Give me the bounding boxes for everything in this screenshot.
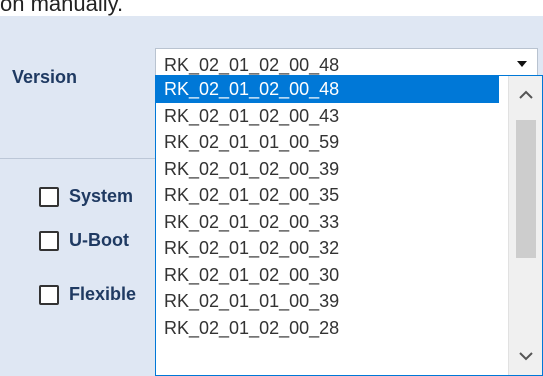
version-options-list: RK_02_01_02_00_48 RK_02_01_02_00_43 RK_0… [156, 76, 499, 341]
caption-text: on manually. [0, 0, 543, 16]
chevron-up-icon[interactable] [509, 80, 542, 110]
uboot-checkbox-label: U-Boot [69, 230, 129, 250]
vertical-scrollbar[interactable] [508, 76, 542, 375]
version-option[interactable]: RK_02_01_01_00_59 [156, 129, 499, 156]
system-checkbox-label: System [69, 186, 134, 206]
checkbox-system-row[interactable]: System [39, 186, 133, 207]
version-option[interactable]: RK_02_01_02_00_48 [156, 76, 499, 103]
scrollbar-thumb[interactable] [516, 120, 536, 258]
chevron-down-icon[interactable] [509, 341, 542, 371]
version-option[interactable]: RK_02_01_02_00_39 [156, 156, 499, 183]
version-option[interactable]: RK_02_01_02_00_28 [156, 315, 499, 342]
checkbox-flexible-row[interactable]: Flexible [39, 284, 136, 305]
version-dropdown-list: RK_02_01_02_00_48 RK_02_01_02_00_43 RK_0… [155, 75, 543, 376]
divider [0, 158, 160, 159]
version-option[interactable]: RK_02_01_02_00_32 [156, 235, 499, 262]
flexible-checkbox[interactable] [39, 284, 59, 305]
uboot-checkbox[interactable] [39, 230, 59, 251]
system-checkbox[interactable] [39, 186, 59, 207]
version-option[interactable]: RK_02_01_02_00_30 [156, 262, 499, 289]
checkbox-uboot-row[interactable]: U-Boot [39, 230, 129, 251]
version-option[interactable]: RK_02_01_01_00_39 [156, 288, 499, 315]
version-label: Version [12, 67, 78, 87]
version-option[interactable]: RK_02_01_02_00_33 [156, 209, 499, 236]
triangle-down-icon[interactable] [517, 61, 527, 67]
version-option[interactable]: RK_02_01_02_00_43 [156, 103, 499, 130]
version-selected-value: RK_02_01_02_00_48 [164, 55, 340, 75]
flexible-checkbox-label: Flexible [69, 284, 137, 304]
version-option[interactable]: RK_02_01_02_00_35 [156, 182, 499, 209]
